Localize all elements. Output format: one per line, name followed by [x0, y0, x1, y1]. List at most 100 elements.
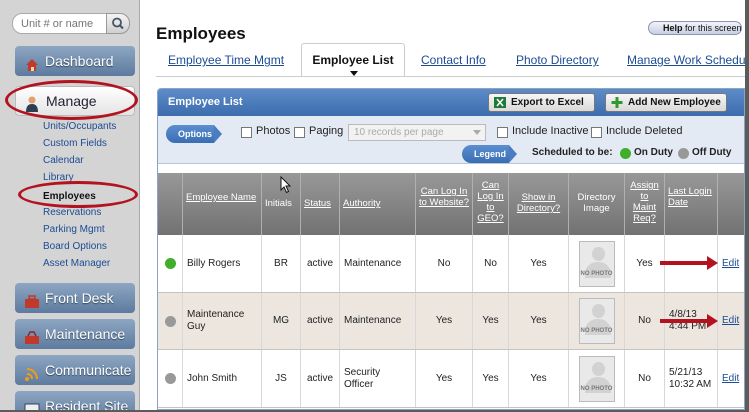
plus-icon	[611, 97, 623, 108]
search-button[interactable]	[106, 13, 130, 34]
no-photo-label: NO PHOTO	[580, 385, 613, 392]
help-prefix: Help	[663, 23, 683, 33]
col-show-in-directory[interactable]: Show in Directory?	[509, 173, 569, 235]
status-cell: active	[301, 350, 340, 407]
options-pill[interactable]: Options	[166, 125, 222, 143]
tab-contact-info[interactable]: Contact Info	[421, 53, 486, 67]
image-cell: NO PHOTO	[569, 235, 625, 292]
website-cell: Yes	[416, 293, 473, 349]
annotation-oval-employees	[18, 181, 138, 208]
no-photo-placeholder: NO PHOTO	[578, 240, 615, 287]
col-assign-maint-req[interactable]: Assign to Maint Req?	[625, 173, 665, 235]
photos-checkbox[interactable]	[241, 127, 252, 138]
nav-communicate-label: Communicate	[45, 362, 132, 378]
nav-front-desk[interactable]: Front Desk	[15, 283, 135, 313]
authority-cell: Maintenance	[340, 293, 416, 349]
geo-cell: Yes	[473, 350, 509, 407]
export-excel-button[interactable]: Export to Excel	[488, 93, 595, 112]
sub-asset-manager[interactable]: Asset Manager	[43, 258, 110, 269]
nav-communicate[interactable]: Communicate	[15, 355, 135, 385]
maint-cell: No	[625, 350, 665, 407]
sub-board-options[interactable]: Board Options	[43, 241, 107, 252]
no-photo-placeholder: NO PHOTO	[578, 355, 615, 402]
initials-cell: JS	[262, 350, 301, 407]
search-input[interactable]	[21, 17, 106, 31]
edit-link[interactable]: Edit	[722, 373, 739, 385]
sub-calendar[interactable]: Calendar	[43, 155, 84, 166]
no-photo-label: NO PHOTO	[580, 270, 613, 277]
col-status-dot	[158, 173, 183, 235]
include-deleted-checkbox[interactable]	[591, 127, 602, 138]
maint-cell: No	[625, 293, 665, 349]
records-per-page-select[interactable]: 10 records per page	[348, 124, 486, 141]
duty-cell	[158, 293, 183, 349]
excel-icon	[494, 97, 506, 108]
app-window: Dashboard Manage Units/Occupants Custom …	[0, 0, 745, 410]
include-deleted-label: Include Deleted	[606, 125, 683, 137]
annotation-oval-manage	[5, 80, 138, 120]
add-employee-label: Add New Employee	[628, 97, 721, 108]
duty-cell	[158, 235, 183, 292]
col-can-login-website[interactable]: Can Log In to Website?	[416, 173, 473, 235]
no-photo-label: NO PHOTO	[580, 328, 613, 334]
sub-units-occupants[interactable]: Units/Occupants	[43, 121, 116, 132]
include-inactive-label: Include Inactive	[512, 125, 589, 137]
name-cell: John Smith	[183, 350, 262, 407]
table-header: Employee Name Initials Status Authority …	[158, 173, 744, 235]
help-button[interactable]: Help for this screen	[648, 21, 742, 35]
edit-cell: Edit	[718, 235, 744, 292]
geo-cell: Yes	[473, 293, 509, 349]
sub-reservations[interactable]: Reservations	[43, 207, 101, 218]
include-inactive-checkbox[interactable]	[497, 127, 508, 138]
tab-employee-list-label: Employee List	[312, 53, 394, 67]
on-duty-dot	[620, 148, 631, 159]
nav-resident-site-label: Resident Site	[45, 398, 129, 410]
main-content: Employees Help for this screen Employee …	[141, 0, 745, 410]
image-cell: NO PHOTO	[569, 350, 625, 407]
col-directory-image: Directory Image	[569, 173, 625, 235]
annotation-arrow	[660, 314, 718, 328]
col-actions	[718, 173, 744, 235]
col-authority[interactable]: Authority	[340, 173, 416, 235]
on-duty-dot	[164, 258, 176, 269]
table-row: Maintenance Guy MG active Maintenance Ye…	[158, 293, 744, 350]
no-photo-placeholder: NO PHOTO	[578, 298, 615, 344]
initials-cell: BR	[262, 235, 301, 292]
paging-checkbox[interactable]	[294, 127, 305, 138]
sub-parking-mgmt[interactable]: Parking Mgmt	[43, 224, 105, 235]
edit-cell: Edit	[718, 350, 744, 407]
off-duty-dot	[678, 148, 689, 159]
records-per-page-value: 10 records per page	[354, 127, 444, 138]
page-title: Employees	[156, 24, 246, 43]
add-employee-button[interactable]: Add New Employee	[605, 93, 727, 112]
authority-cell: Maintenance	[340, 235, 416, 292]
website-cell: Yes	[416, 350, 473, 407]
col-status[interactable]: Status	[301, 173, 340, 235]
tab-photo-directory[interactable]: Photo Directory	[516, 53, 599, 67]
edit-link[interactable]: Edit	[722, 315, 739, 327]
on-duty-label: On Duty	[634, 147, 673, 158]
sub-custom-fields[interactable]: Custom Fields	[43, 138, 107, 149]
name-cell: Maintenance Guy	[183, 293, 262, 349]
legend-pill[interactable]: Legend	[462, 145, 517, 163]
col-employee-name[interactable]: Employee Name	[183, 173, 262, 235]
tab-divider	[156, 76, 745, 77]
col-can-login-geo[interactable]: Can Log In to GEO?	[473, 173, 509, 235]
image-cell: NO PHOTO	[569, 293, 625, 349]
panel-title: Employee List	[168, 96, 243, 108]
nav-resident-site[interactable]: Resident Site	[15, 391, 135, 410]
tab-employee-time-mgmt[interactable]: Employee Time Mgmt	[168, 53, 284, 67]
name-cell: Billy Rogers	[183, 235, 262, 292]
tab-manage-work-schedule[interactable]: Manage Work Schedule	[627, 53, 745, 67]
broadcast-icon	[24, 362, 40, 381]
sidebar: Dashboard Manage Units/Occupants Custom …	[0, 0, 140, 410]
search-icon	[112, 17, 124, 30]
options-bar: Options Photos Paging 10 records per pag…	[158, 116, 744, 164]
nav-maintenance[interactable]: Maintenance	[15, 319, 135, 349]
tab-employee-list[interactable]: Employee List	[301, 43, 405, 76]
col-last-login-date[interactable]: Last Login Date	[665, 173, 718, 235]
edit-link[interactable]: Edit	[722, 258, 739, 270]
chevron-down-icon	[473, 130, 481, 135]
nav-dashboard[interactable]: Dashboard	[15, 46, 135, 76]
help-suffix: for this screen	[685, 23, 742, 33]
